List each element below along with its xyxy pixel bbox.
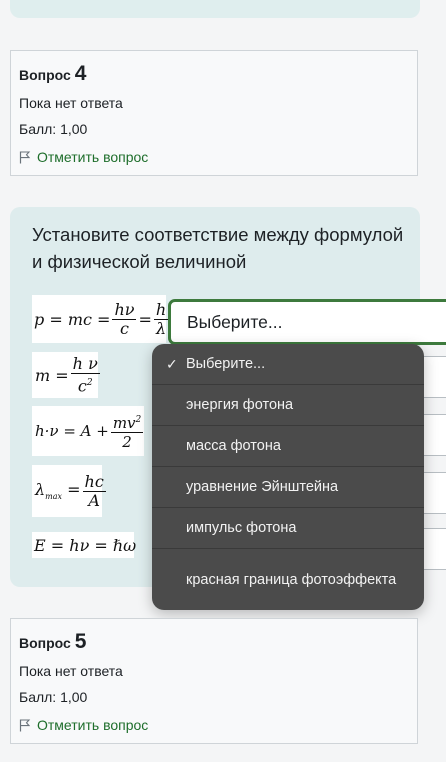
option-label: импульс фотона	[186, 520, 297, 536]
previous-question-content-edge	[10, 0, 420, 18]
question-5-flag-link[interactable]: Отметить вопрос	[19, 717, 409, 733]
formula-photon-energy: E = hν = ℏω	[32, 532, 136, 558]
option-label: уравнение Эйнштейна	[186, 479, 339, 495]
option-label: масса фотона	[186, 438, 281, 454]
option-label: Выберите...	[186, 356, 266, 372]
checkmark-icon: ✓	[166, 355, 178, 372]
question-5-number: Вопрос 5	[19, 631, 409, 654]
question-number: 5	[74, 630, 87, 653]
question-5-status: Пока нет ответа	[19, 663, 123, 679]
flag-label: Отметить вопрос	[37, 149, 149, 165]
question-4-score: Балл: 1,00	[19, 121, 88, 137]
question-number: 4	[74, 62, 87, 85]
question-4-number: Вопрос 4	[19, 63, 409, 86]
dropdown-option[interactable]: ✓ Выберите...	[152, 344, 424, 385]
dropdown-option[interactable]: масса фотона	[152, 426, 424, 467]
select-dropdown-menu: ✓ Выберите... энергия фотона масса фотон…	[152, 344, 424, 610]
formula-red-limit: λmax = hc A	[32, 465, 106, 517]
answer-select-1[interactable]: Выберите...	[168, 299, 446, 345]
select-value: Выберите...	[187, 311, 283, 332]
flag-label: Отметить вопрос	[37, 717, 149, 733]
question-5-score: Балл: 1,00	[19, 689, 88, 705]
dropdown-option[interactable]: уравнение Эйнштейна	[152, 467, 424, 508]
question-4-status: Пока нет ответа	[19, 95, 123, 111]
question-label: Вопрос	[19, 635, 71, 651]
flag-icon	[19, 718, 31, 732]
question-4-flag-link[interactable]: Отметить вопрос	[19, 149, 409, 165]
dropdown-option[interactable]: импульс фотона	[152, 508, 424, 549]
formula-einstein: h·ν = A + mv2 2	[32, 406, 144, 456]
question-4-info: Вопрос 4 Пока нет ответа Балл: 1,00 Отме…	[10, 50, 418, 176]
option-label: красная граница фотоэффекта	[186, 571, 397, 588]
flag-icon	[19, 150, 31, 164]
question-5-info: Вопрос 5 Пока нет ответа Балл: 1,00 Отме…	[10, 618, 418, 744]
formula-photon-mass: m = h ν c2	[32, 352, 100, 398]
question-label: Вопрос	[19, 67, 71, 83]
dropdown-option[interactable]: энергия фотона	[152, 385, 424, 426]
dropdown-option[interactable]: красная граница фотоэффекта	[152, 549, 424, 610]
question-text: Установите соответствие между формулой и…	[32, 224, 404, 272]
option-label: энергия фотона	[186, 397, 294, 413]
formula-energy-momentum: p = mc = hν c = hλ	[32, 295, 169, 343]
